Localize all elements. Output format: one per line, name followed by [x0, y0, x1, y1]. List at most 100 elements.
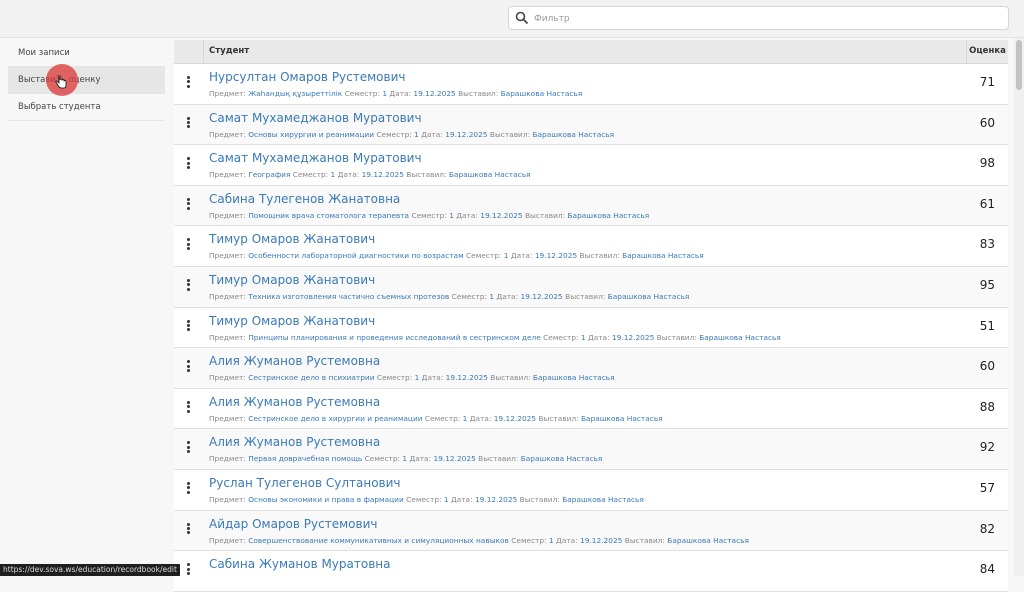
student-link[interactable]: Самат Мухамеджанов Муратович: [209, 111, 422, 125]
date-label: Дата:: [421, 129, 443, 139]
subject-value[interactable]: Основы экономики и права в фармации: [248, 495, 404, 504]
student-link[interactable]: Айдар Омаров Рустемович: [209, 517, 377, 531]
semester-value: 1: [414, 373, 420, 383]
subject-value[interactable]: Основы хирургии и реанимации: [248, 130, 374, 139]
table-row[interactable]: Алия Жуманов Рустемовна Предмет: Сестринс…: [174, 348, 1008, 389]
issuer-value[interactable]: Барашкова Настасья: [667, 536, 749, 545]
subject-value[interactable]: Первая доврачебная помощь: [248, 454, 362, 463]
record-meta: Предмет: Техника изготовления частично с…: [209, 292, 689, 301]
grade-value: 82: [979, 521, 995, 536]
subject-value[interactable]: Помощник врача стоматолога терапевта: [248, 211, 409, 220]
record-meta: Предмет: Жаһандық құзыреттілік Семестр: …: [209, 89, 582, 98]
table-row[interactable]: Алия Жуманов Рустемовна Предмет: Сестринс…: [174, 388, 1008, 430]
kebab-menu-icon[interactable]: [187, 400, 191, 413]
semester-label: Семестр:: [451, 291, 488, 301]
kebab-menu-icon[interactable]: [187, 360, 191, 372]
semester-value: 1: [443, 494, 449, 504]
issuer-value[interactable]: Барашкова Настасья: [699, 333, 781, 342]
table-row[interactable]: Тимур Омаров Жанатович Предмет: Техника и…: [174, 266, 1008, 308]
kebab-menu-icon[interactable]: [187, 481, 191, 494]
date-label: Дата:: [587, 332, 610, 342]
record-meta: Предмет: Сестринское дело в хирургии и р…: [209, 414, 663, 423]
date-label: Дата:: [496, 291, 519, 301]
student-link[interactable]: Сабина Тулегенов Жанатовна: [209, 192, 400, 206]
issuer-value[interactable]: Барашкова Настасья: [562, 495, 644, 504]
record-meta: Предмет: Сестринское дело в психиатрии С…: [209, 373, 615, 382]
kebab-menu-icon[interactable]: [187, 238, 191, 251]
student-link[interactable]: Алия Жуманов Рустемовна: [209, 354, 380, 368]
header-student[interactable]: Студент: [209, 40, 249, 63]
table-header: Студент Оценка: [174, 40, 1008, 64]
table-row[interactable]: Сабина Тулегенов Жанатовна Предмет: Помощ…: [174, 185, 1008, 227]
kebab-menu-icon[interactable]: [187, 116, 191, 129]
student-link[interactable]: Сабина Жуманов Муратовна: [209, 557, 390, 571]
student-link[interactable]: Нурсултан Омаров Рустемович: [209, 70, 405, 84]
date-value: 19.12.2025: [413, 89, 456, 98]
student-link[interactable]: Алия Жуманов Рустемовна: [209, 435, 380, 449]
table-row[interactable]: Айдар Омаров Рустемович Предмет: Совершен…: [174, 510, 1008, 552]
table-row[interactable]: Самат Мухамеджанов Муратович Предмет: Гео…: [174, 145, 1008, 186]
kebab-menu-icon[interactable]: [187, 76, 191, 88]
table-row[interactable]: Алия Жуманов Рустемовна Предмет: Первая д…: [174, 429, 1008, 470]
subject-value[interactable]: Совершенствование коммуникативных и симу…: [248, 536, 509, 545]
student-link[interactable]: Руслан Тулегенов Султанович: [209, 476, 401, 490]
subject-value[interactable]: Техника изготовления частично съемных пр…: [248, 292, 449, 301]
subject-value[interactable]: Сестринское дело в психиатрии: [248, 373, 374, 382]
kebab-menu-icon[interactable]: [187, 319, 191, 332]
student-link[interactable]: Тимур Омаров Жанатович: [209, 273, 375, 287]
kebab-menu-icon[interactable]: [187, 278, 191, 291]
student-link[interactable]: Самат Мухамеджанов Муратович: [209, 151, 422, 165]
grade-value: 60: [979, 115, 995, 130]
issuer-value[interactable]: Барашкова Настасья: [521, 454, 603, 463]
kebab-menu-icon[interactable]: [187, 197, 191, 210]
issuer-value[interactable]: Барашкова Настасья: [567, 211, 649, 220]
grade-value: 98: [979, 156, 995, 171]
table-row[interactable]: Сабина Жуманов Муратовна 84: [174, 551, 1008, 592]
issuer-value[interactable]: Барашкова Настасья: [532, 130, 614, 139]
table-row[interactable]: Тимур Омаров Жанатович Предмет: Принципы …: [174, 307, 1008, 349]
subject-value[interactable]: Принципы планирования и проведения иссле…: [248, 333, 541, 342]
subject-label: Предмет:: [209, 494, 246, 504]
scrollbar-thumb[interactable]: [1016, 40, 1022, 90]
issuer-value[interactable]: Барашкова Настасья: [533, 373, 615, 382]
records-table: Студент Оценка Нурсултан Омаров Рустемов…: [174, 40, 1008, 592]
sidebar-item-my-records[interactable]: Мои записи: [8, 40, 165, 67]
semester-value: 1: [548, 535, 554, 545]
subject-value[interactable]: Сестринское дело в хирургии и реанимации: [248, 414, 422, 423]
table-row[interactable]: Руслан Тулегенов Султанович Предмет: Осно…: [174, 469, 1008, 511]
grade-value: 61: [979, 196, 995, 211]
date-value: 19.12.2025: [445, 129, 488, 139]
kebab-menu-icon[interactable]: [187, 441, 191, 454]
subject-value[interactable]: Жаһандық құзыреттілік: [248, 89, 342, 98]
kebab-menu-icon[interactable]: [187, 563, 191, 575]
issuer-value[interactable]: Барашкова Настасья: [449, 170, 531, 179]
grade-value: 83: [979, 237, 995, 252]
issuer-value[interactable]: Барашкова Настасья: [581, 414, 663, 423]
record-meta: Предмет: Принципы планирования и проведе…: [209, 333, 781, 342]
student-link[interactable]: Тимур Омаров Жанатович: [209, 232, 375, 246]
table-row[interactable]: Нурсултан Омаров Рустемович Предмет: Жаһа…: [174, 64, 1008, 105]
table-row[interactable]: Тимур Омаров Жанатович Предмет: Особеннос…: [174, 226, 1008, 267]
kebab-menu-icon[interactable]: [187, 157, 191, 169]
student-link[interactable]: Алия Жуманов Рустемовна: [209, 395, 380, 409]
subject-value[interactable]: Особенности лабораторной диагностики по …: [248, 251, 463, 260]
sidebar-item-select-student[interactable]: Выбрать студента: [8, 94, 165, 121]
sidebar-item-set-grade[interactable]: Выставить оценку: [8, 64, 165, 96]
header-grade[interactable]: Оценка: [966, 40, 1008, 63]
student-link[interactable]: Тимур Омаров Жанатович: [209, 314, 375, 328]
date-label: Дата:: [421, 373, 444, 383]
scrollbar[interactable]: [1014, 38, 1024, 576]
issuer-label: Выставил:: [624, 535, 665, 545]
filter-search-box[interactable]: [508, 6, 1009, 30]
issuer-value[interactable]: Барашкова Настасья: [622, 251, 704, 260]
date-label: Дата:: [469, 413, 492, 423]
issuer-value[interactable]: Барашкова Настасья: [608, 292, 690, 301]
subject-value[interactable]: География: [248, 170, 290, 179]
semester-label: Семестр:: [376, 373, 413, 383]
table-row[interactable]: Самат Мухамеджанов Муратович Предмет: Осн…: [174, 104, 1008, 146]
issuer-value[interactable]: Барашкова Настасья: [501, 89, 583, 98]
semester-label: Семестр:: [411, 210, 447, 220]
filter-input[interactable]: [532, 9, 1006, 29]
kebab-menu-icon[interactable]: [187, 522, 191, 535]
date-label: Дата:: [556, 535, 578, 545]
